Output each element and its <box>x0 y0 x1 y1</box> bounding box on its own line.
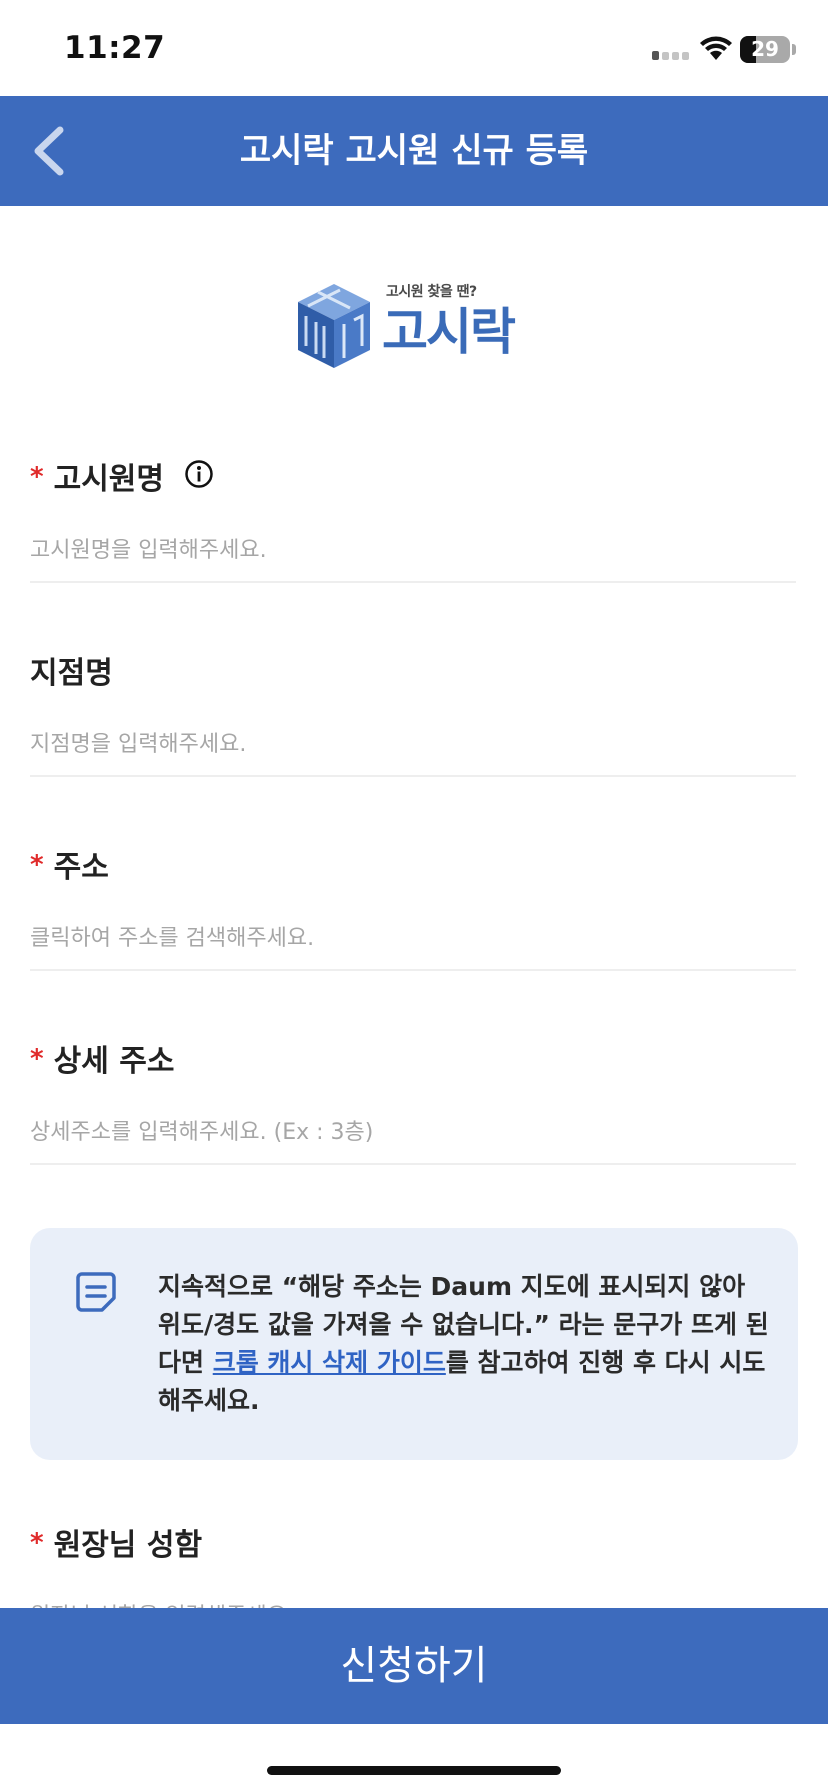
owner-name-label: 원장님 성함 <box>53 1528 203 1563</box>
divider <box>30 581 796 583</box>
required-mark: * <box>30 1044 44 1074</box>
field-label: * 원장님 성함 <box>30 1520 202 1564</box>
divider <box>30 775 796 777</box>
required-mark: * <box>30 1528 44 1558</box>
page-title: 고시락 고시원 신규 등록 <box>239 131 589 171</box>
wifi-icon <box>700 36 732 60</box>
status-time: 11:27 <box>64 30 166 66</box>
goshirak-logo: 고시원 찾을 땐? 고시락 <box>294 276 534 372</box>
submit-button[interactable]: 신청하기 <box>0 1608 828 1724</box>
address-search-input[interactable] <box>30 914 796 962</box>
goshiwon-name-input[interactable] <box>30 526 796 574</box>
required-mark: * <box>30 462 44 492</box>
goshiwon-name-label: 고시원명 <box>53 462 165 497</box>
chrome-cache-guide-link[interactable]: 크롬 캐시 삭제 가이드 <box>213 1348 446 1377</box>
app-header: 고시락 고시원 신규 등록 <box>0 96 828 206</box>
notice-text: 지속적으로 “해당 주소는 Daum 지도에 표시되지 않아 위도/경도 값을 … <box>158 1268 770 1420</box>
home-indicator[interactable] <box>267 1766 561 1775</box>
field-label: * 주소 <box>30 842 109 886</box>
address-label: 주소 <box>53 850 109 885</box>
field-label: 지점명 <box>30 648 113 692</box>
back-button[interactable] <box>24 120 84 182</box>
info-icon[interactable] <box>184 459 214 489</box>
branch-name-label: 지점명 <box>30 656 113 691</box>
battery-level: 29 <box>751 37 779 61</box>
status-bar: 11:27 29 <box>0 0 828 96</box>
chevron-left-icon <box>34 126 64 176</box>
field-label: * 고시원명 <box>30 454 214 498</box>
battery-icon: 29 <box>740 36 790 63</box>
cellular-signal-icon <box>652 44 690 60</box>
divider <box>30 969 796 971</box>
detail-address-input[interactable] <box>30 1108 796 1156</box>
detail-address-label: 상세 주소 <box>53 1044 175 1079</box>
required-mark: * <box>30 850 44 880</box>
notice-box: 지속적으로 “해당 주소는 Daum 지도에 표시되지 않아 위도/경도 값을 … <box>30 1228 798 1460</box>
cube-logo-icon <box>298 284 370 368</box>
logo-wordmark: 고시락 <box>382 303 516 361</box>
branch-name-input[interactable] <box>30 720 796 768</box>
note-icon <box>76 1272 116 1312</box>
divider <box>30 1163 796 1165</box>
field-label: * 상세 주소 <box>30 1036 174 1080</box>
